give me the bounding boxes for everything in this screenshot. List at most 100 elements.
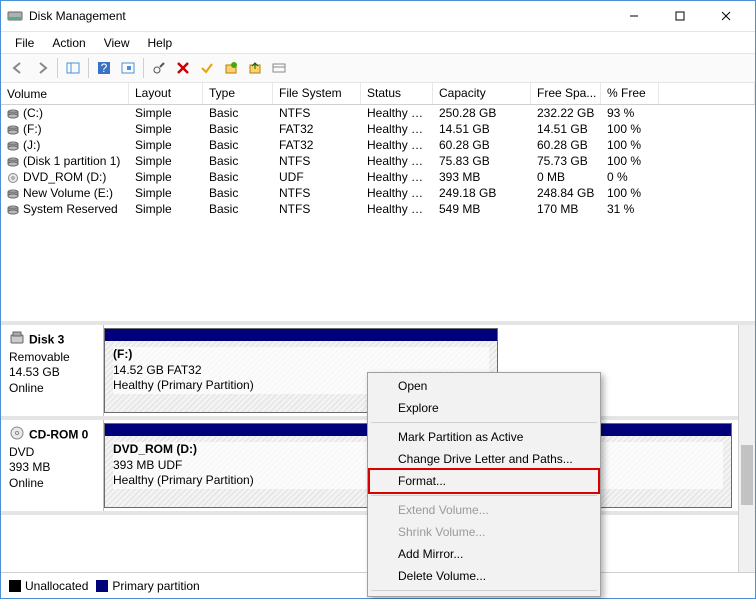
cell-pctfree: 100 %	[601, 138, 659, 152]
col-filesystem[interactable]: File System	[273, 83, 361, 104]
menu-view[interactable]: View	[96, 34, 138, 52]
cell-type: Basic	[203, 122, 273, 136]
volume-row[interactable]: System ReservedSimpleBasicNTFSHealthy (S…	[1, 201, 755, 217]
cell-capacity: 549 MB	[433, 202, 531, 216]
menu-item-delete-volume[interactable]: Delete Volume...	[370, 565, 598, 587]
cell-layout: Simple	[129, 138, 203, 152]
cell-layout: Simple	[129, 106, 203, 120]
help-icon[interactable]: ?	[93, 57, 115, 79]
cell-type: Basic	[203, 138, 273, 152]
col-volume[interactable]: Volume	[1, 83, 129, 104]
menu-item-add-mirror[interactable]: Add Mirror...	[370, 543, 598, 565]
cell-filesystem: NTFS	[273, 106, 361, 120]
col-capacity[interactable]: Capacity	[433, 83, 531, 104]
col-type[interactable]: Type	[203, 83, 273, 104]
removable-disk-icon	[9, 331, 25, 350]
cell-filesystem: NTFS	[273, 154, 361, 168]
cell-capacity: 75.83 GB	[433, 154, 531, 168]
hdd-icon	[7, 140, 19, 150]
action-icon[interactable]	[268, 57, 290, 79]
menu-item-mark-partition-as-active[interactable]: Mark Partition as Active	[370, 426, 598, 448]
cell-status: Healthy (P...	[361, 122, 433, 136]
menu-item-format[interactable]: Format...	[368, 468, 600, 494]
cell-type: Basic	[203, 106, 273, 120]
disk-info[interactable]: CD-ROM 0DVD393 MBOnline	[1, 420, 104, 511]
context-menu: OpenExplore Mark Partition as ActiveChang…	[367, 372, 601, 597]
menu-separator	[371, 590, 597, 591]
close-button[interactable]	[703, 1, 749, 31]
volume-row[interactable]: (J:)SimpleBasicFAT32Healthy (P...60.28 G…	[1, 137, 755, 153]
vertical-scrollbar[interactable]	[738, 325, 755, 572]
col-status[interactable]: Status	[361, 83, 433, 104]
cell-capacity: 249.18 GB	[433, 186, 531, 200]
cell-status: Healthy (S...	[361, 202, 433, 216]
disk-info[interactable]: Disk 3Removable14.53 GBOnline	[1, 325, 104, 416]
cell-layout: Simple	[129, 202, 203, 216]
cell-freespace: 170 MB	[531, 202, 601, 216]
show-hide-console-tree-icon[interactable]	[62, 57, 84, 79]
hdd-icon	[7, 204, 19, 214]
menu-item-change-drive-letter-and-paths[interactable]: Change Drive Letter and Paths...	[370, 448, 598, 470]
cell-freespace: 60.28 GB	[531, 138, 601, 152]
menu-help[interactable]: Help	[140, 34, 181, 52]
cell-status: Healthy (P...	[361, 138, 433, 152]
volume-name: System Reserved	[23, 202, 118, 216]
volume-name: DVD_ROM (D:)	[23, 170, 106, 184]
legend-unallocated: Unallocated	[9, 579, 88, 593]
cell-type: Basic	[203, 170, 273, 184]
maximize-button[interactable]	[657, 1, 703, 31]
disk-name: Disk 3	[29, 332, 64, 346]
menu-separator	[371, 422, 597, 423]
menu-item-shrink-volume: Shrink Volume...	[370, 521, 598, 543]
volume-row[interactable]: (Disk 1 partition 1)SimpleBasicNTFSHealt…	[1, 153, 755, 169]
volume-row[interactable]: (C:)SimpleBasicNTFSHealthy (B...250.28 G…	[1, 105, 755, 121]
volume-row[interactable]: New Volume (E:)SimpleBasicNTFSHealthy (L…	[1, 185, 755, 201]
menu-item-open[interactable]: Open	[370, 375, 598, 397]
back-icon[interactable]	[7, 57, 29, 79]
check-icon[interactable]	[196, 57, 218, 79]
disk-name: CD-ROM 0	[29, 427, 88, 441]
cell-status: Healthy (L...	[361, 186, 433, 200]
col-layout[interactable]: Layout	[129, 83, 203, 104]
hdd-icon	[7, 124, 19, 134]
delete-icon[interactable]	[172, 57, 194, 79]
scrollbar-thumb[interactable]	[741, 445, 753, 505]
partition-label: (F:)	[113, 347, 132, 361]
menu-action[interactable]: Action	[44, 34, 93, 52]
legend-primary: Primary partition	[96, 579, 199, 593]
disk-type: Removable	[9, 350, 95, 366]
cell-capacity: 14.51 GB	[433, 122, 531, 136]
hdd-icon	[7, 156, 19, 166]
menu-item-explore[interactable]: Explore	[370, 397, 598, 419]
hdd-icon	[7, 108, 19, 118]
new-volume-icon[interactable]	[220, 57, 242, 79]
forward-icon[interactable]	[31, 57, 53, 79]
partition-stripe	[105, 329, 497, 341]
cell-type: Basic	[203, 202, 273, 216]
cell-layout: Simple	[129, 122, 203, 136]
menu-file[interactable]: File	[7, 34, 42, 52]
cell-layout: Simple	[129, 170, 203, 184]
cell-pctfree: 100 %	[601, 186, 659, 200]
cell-pctfree: 93 %	[601, 106, 659, 120]
attach-vhd-icon[interactable]	[244, 57, 266, 79]
cell-layout: Simple	[129, 186, 203, 200]
cell-pctfree: 100 %	[601, 154, 659, 168]
col-pctfree[interactable]: % Free	[601, 83, 659, 104]
disk-status: Online	[9, 381, 95, 397]
disk-status: Online	[9, 476, 95, 492]
properties-icon[interactable]	[148, 57, 170, 79]
cell-status: Healthy (P...	[361, 170, 433, 184]
volume-name: (Disk 1 partition 1)	[23, 154, 120, 168]
minimize-button[interactable]	[611, 1, 657, 31]
disk-type: DVD	[9, 445, 95, 461]
window-title: Disk Management	[29, 9, 126, 23]
cell-freespace: 0 MB	[531, 170, 601, 184]
cell-filesystem: UDF	[273, 170, 361, 184]
volume-name: (J:)	[23, 138, 40, 152]
refresh-icon[interactable]	[117, 57, 139, 79]
volume-row[interactable]: DVD_ROM (D:)SimpleBasicUDFHealthy (P...3…	[1, 169, 755, 185]
toolbar: ?	[1, 53, 755, 83]
col-freespace[interactable]: Free Spa...	[531, 83, 601, 104]
volume-row[interactable]: (F:)SimpleBasicFAT32Healthy (P...14.51 G…	[1, 121, 755, 137]
